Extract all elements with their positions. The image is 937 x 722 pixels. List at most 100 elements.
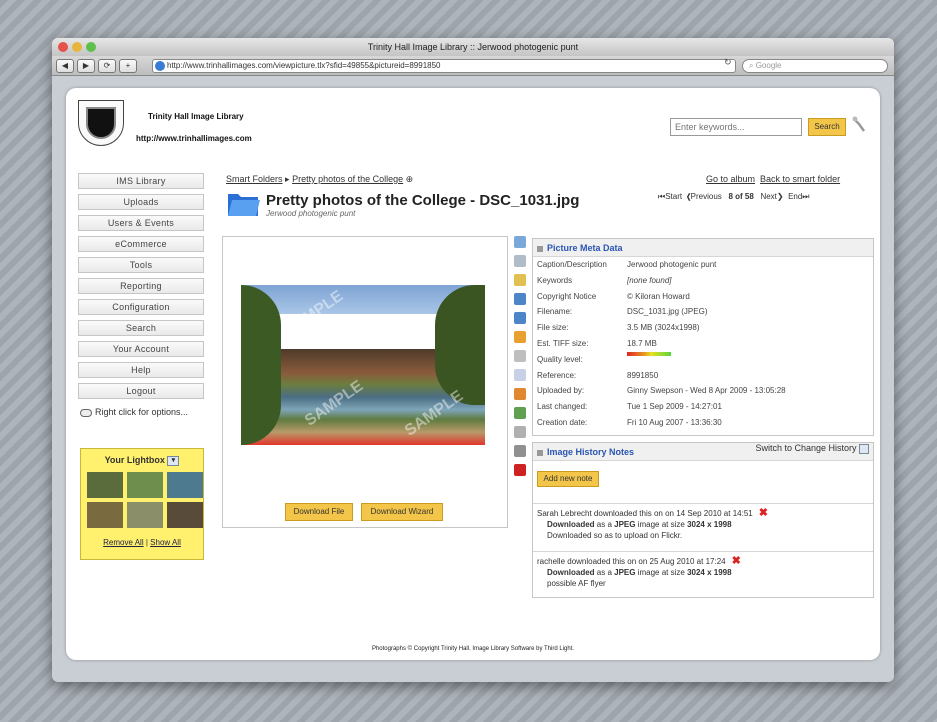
- window-titlebar: Trinity Hall Image Library :: Jerwood ph…: [52, 38, 894, 56]
- add-to-lightbox-icon[interactable]: [514, 331, 526, 343]
- download-wizard-button[interactable]: Download Wizard: [361, 503, 443, 521]
- note-comment: possible AF flyer: [547, 579, 606, 588]
- meta-key: Keywords: [537, 275, 573, 285]
- meta-row: Creation date: Fri 10 Aug 2007 - 13:36:30: [533, 415, 873, 431]
- meta-key: Quality level:: [537, 354, 583, 364]
- back-to-smart-folder-link[interactable]: Back to smart folder: [760, 174, 840, 184]
- preview-image[interactable]: SAMPLE SAMPLE SAMPLE: [241, 285, 485, 445]
- meta-row: Est. TIFF size: 18.7 MB: [533, 336, 873, 352]
- right-click-tip: Right click for options...: [80, 406, 200, 419]
- remove-all-link[interactable]: Remove All: [103, 538, 143, 547]
- breadcrumb-folder[interactable]: Pretty photos of the College: [292, 174, 403, 184]
- meta-row: Last changed: Tue 1 Sep 2009 - 14:27:01: [533, 399, 873, 415]
- breadcrumb-smart-folders[interactable]: Smart Folders: [226, 174, 283, 184]
- nav-uploads[interactable]: Uploads: [78, 194, 204, 210]
- lightbox-thumbnail[interactable]: [167, 471, 203, 498]
- nav-logout[interactable]: Logout: [78, 383, 204, 399]
- search-glass-icon: ⌕: [749, 61, 756, 70]
- previous-link[interactable]: Previous: [691, 192, 722, 201]
- minimize-window-button[interactable]: [72, 42, 82, 52]
- lightbox-thumbnail[interactable]: [87, 471, 123, 498]
- refresh-icon[interactable]: ↻: [724, 57, 732, 68]
- order-icon[interactable]: [514, 388, 526, 400]
- meta-key: Caption/Description: [537, 260, 607, 269]
- close-window-button[interactable]: [58, 42, 68, 52]
- quality-level-bar: [627, 351, 671, 356]
- college-crest-logo[interactable]: [78, 100, 124, 146]
- lightbox-thumbnail[interactable]: [87, 501, 123, 528]
- add-bookmark-button[interactable]: +: [119, 58, 137, 73]
- print-icon[interactable]: [514, 350, 526, 362]
- download-file-button[interactable]: Download File: [285, 503, 353, 521]
- right-click-tip-text: Right click for options...: [95, 407, 189, 417]
- meta-value: Fri 10 Aug 2007 - 13:36:30: [627, 417, 722, 427]
- info-icon[interactable]: ⊕: [406, 174, 414, 184]
- note-text: image at size: [635, 568, 688, 577]
- delete-note-icon[interactable]: ✖: [732, 556, 741, 567]
- search-button[interactable]: Search: [808, 118, 846, 136]
- edit-icon[interactable]: [514, 274, 526, 286]
- google-search-input[interactable]: ⌕ Google: [742, 59, 888, 73]
- site-url: http://www.trinhallimages.com: [136, 134, 252, 143]
- switch-history-text: Switch to Change History: [755, 443, 857, 453]
- start-link[interactable]: Start: [665, 192, 682, 201]
- end-link[interactable]: End: [788, 192, 802, 201]
- email-icon[interactable]: [514, 369, 526, 381]
- lightbox-dropdown-icon[interactable]: ▾: [167, 455, 180, 466]
- lightbox-panel: Your Lightbox ▾ Remove All | Show All: [80, 448, 204, 560]
- meta-row: File size: 3.5 MB (3024x1998): [533, 320, 873, 336]
- keyword-search-input[interactable]: [670, 118, 802, 136]
- share-icon[interactable]: [514, 407, 526, 419]
- collapse-icon[interactable]: [537, 449, 543, 456]
- switch-history-link[interactable]: Switch to Change History: [755, 443, 869, 454]
- delete-icon[interactable]: [514, 464, 526, 476]
- nav-your-account[interactable]: Your Account: [78, 341, 204, 357]
- nav-ims-library[interactable]: IMS Library: [78, 173, 204, 189]
- end-icon[interactable]: ⏭: [802, 192, 809, 201]
- zoom-icon[interactable]: [514, 236, 526, 248]
- meta-row: Keywords [none found]: [533, 273, 873, 289]
- nav-tools[interactable]: Tools: [78, 257, 204, 273]
- note-text: as a: [594, 568, 615, 577]
- next-icon[interactable]: ❯: [777, 192, 784, 201]
- photo-tree-right: [435, 285, 485, 405]
- nav-configuration[interactable]: Configuration: [78, 299, 204, 315]
- address-url: http://www.trinhallimages.com/viewpictur…: [167, 61, 441, 70]
- delete-note-icon[interactable]: ✖: [759, 508, 768, 519]
- picture-subtitle: Jerwood photogenic punt: [266, 209, 356, 218]
- wrench-icon[interactable]: [852, 116, 866, 134]
- lightbox-thumbnail[interactable]: [127, 501, 163, 528]
- nav-reporting[interactable]: Reporting: [78, 278, 204, 294]
- nav-ecommerce[interactable]: eCommerce: [78, 236, 204, 252]
- details-icon[interactable]: [514, 255, 526, 267]
- rotate-right-icon[interactable]: [514, 312, 526, 324]
- nav-help[interactable]: Help: [78, 362, 204, 378]
- note-text: image at size: [635, 520, 688, 529]
- add-note-button[interactable]: Add new note: [537, 471, 599, 487]
- zoom-window-button[interactable]: [86, 42, 96, 52]
- window-title: Trinity Hall Image Library :: Jerwood ph…: [367, 42, 579, 52]
- lightbox-thumbnail[interactable]: [167, 501, 203, 528]
- page-footer: Photographs © Copyright Trinity Hall. Im…: [371, 646, 575, 652]
- download-icon[interactable]: [514, 426, 526, 438]
- reload-icon[interactable]: ⟳: [98, 58, 116, 73]
- rotate-left-icon[interactable]: [514, 293, 526, 305]
- link-icon[interactable]: [514, 445, 526, 457]
- lightbox-thumbnail[interactable]: [127, 471, 163, 498]
- switch-history-icon: [859, 443, 869, 454]
- next-link[interactable]: Next: [760, 192, 776, 201]
- show-all-link[interactable]: Show All: [150, 538, 181, 547]
- note-comment: Downloaded so as to upload on Flickr.: [547, 531, 683, 540]
- meta-row: Copyright Notice © Kiloran Howard: [533, 289, 873, 305]
- collapse-icon[interactable]: [537, 245, 543, 252]
- address-bar[interactable]: http://www.trinhallimages.com/viewpictur…: [152, 59, 736, 73]
- go-to-album-link[interactable]: Go to album: [706, 174, 755, 184]
- nav-search[interactable]: Search: [78, 320, 204, 336]
- back-button[interactable]: ◀: [56, 58, 74, 73]
- meta-row: Quality level:: [533, 351, 873, 368]
- lightbox-links: Remove All | Show All: [81, 538, 203, 547]
- forward-button[interactable]: ▶: [77, 58, 95, 73]
- mouse-icon: [80, 408, 92, 417]
- nav-users-events[interactable]: Users & Events: [78, 215, 204, 231]
- meta-value: 8991850: [627, 370, 659, 380]
